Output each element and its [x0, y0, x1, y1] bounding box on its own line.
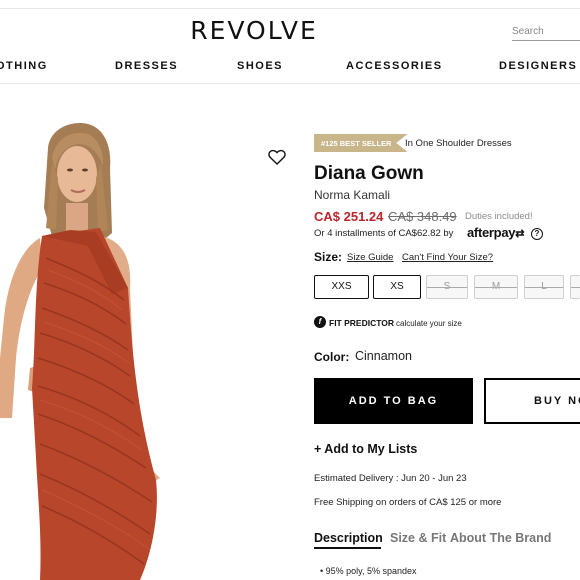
size-guide-link[interactable]: Size Guide	[347, 252, 393, 263]
main-nav: OTHING DRESSES SHOES ACCESSORIES DESIGNE…	[0, 60, 580, 76]
buy-now-button[interactable]: BUY NO	[484, 378, 580, 424]
nav-item-shoes[interactable]: SHOES	[237, 60, 283, 72]
afterpay-arrows-icon: ⇄	[515, 228, 525, 240]
afterpay-label: afterpay	[467, 225, 516, 240]
nav-item-clothing[interactable]: OTHING	[0, 60, 48, 72]
model-illustration	[0, 123, 160, 580]
nav-item-dresses[interactable]: DRESSES	[115, 60, 178, 72]
add-to-lists-link[interactable]: + Add to My Lists	[314, 442, 417, 456]
nav-divider	[0, 83, 580, 84]
site-logo[interactable]: REVOLVE	[0, 16, 508, 45]
add-to-bag-button[interactable]: ADD TO BAG	[314, 378, 473, 424]
unavailable-strike	[475, 287, 517, 288]
tab-description[interactable]: Description	[314, 531, 383, 545]
unavailable-strike	[571, 287, 580, 288]
best-seller-category-link[interactable]: In One Shoulder Dresses	[405, 138, 512, 149]
size-option-label: XXS	[331, 281, 352, 292]
search-input[interactable]: Search	[512, 24, 580, 41]
free-shipping-note: Free Shipping on orders of CA$ 125 or mo…	[314, 497, 502, 508]
duties-note: Duties included!	[465, 211, 533, 222]
color-value: Cinnamon	[355, 349, 412, 363]
size-option-xxs[interactable]: XXS	[314, 275, 369, 299]
unavailable-strike	[427, 287, 467, 288]
product-title: Diana Gown	[314, 163, 424, 184]
tab-about-brand[interactable]: About The Brand	[450, 531, 551, 545]
tab-size-fit[interactable]: Size & Fit	[390, 531, 446, 545]
size-option-xs[interactable]: XS	[373, 275, 421, 299]
unavailable-strike	[525, 287, 563, 288]
info-icon[interactable]: ?	[531, 228, 543, 240]
top-divider	[0, 8, 580, 9]
active-tab-indicator	[314, 547, 381, 549]
product-brand-link[interactable]: Norma Kamali	[314, 188, 390, 202]
size-option-l[interactable]: L	[524, 275, 564, 299]
afterpay-logo: afterpay⇄	[467, 225, 524, 240]
best-seller-badge: #125 BEST SELLER	[314, 134, 408, 152]
product-image[interactable]	[0, 118, 300, 580]
nav-item-designers[interactable]: DESIGNERS	[499, 60, 577, 72]
nav-item-accessories[interactable]: ACCESSORIES	[346, 60, 443, 72]
size-label: Size:	[314, 250, 343, 264]
installments-text: Or 4 installments of CA$62.82 by	[314, 228, 454, 239]
size-option-more[interactable]	[570, 275, 580, 299]
fit-predictor-icon: f	[314, 316, 326, 328]
fit-predictor-subtext: calculate your size	[396, 319, 462, 328]
size-option-m[interactable]: M	[474, 275, 518, 299]
original-price: CA$ 348.49	[388, 209, 457, 224]
color-label: Color:	[314, 350, 350, 364]
cant-find-size-link[interactable]: Can't Find Your Size?	[402, 252, 493, 263]
size-option-s[interactable]: S	[426, 275, 468, 299]
description-bullet: • 95% poly, 5% spandex	[320, 566, 417, 576]
fit-predictor-link[interactable]: FIT PREDICTOR	[329, 318, 394, 328]
estimated-delivery: Estimated Delivery : Jun 20 - Jun 23	[314, 473, 467, 484]
sale-price: CA$ 251.24	[314, 209, 384, 224]
size-option-label: XS	[390, 281, 404, 292]
heart-icon[interactable]	[268, 149, 286, 165]
